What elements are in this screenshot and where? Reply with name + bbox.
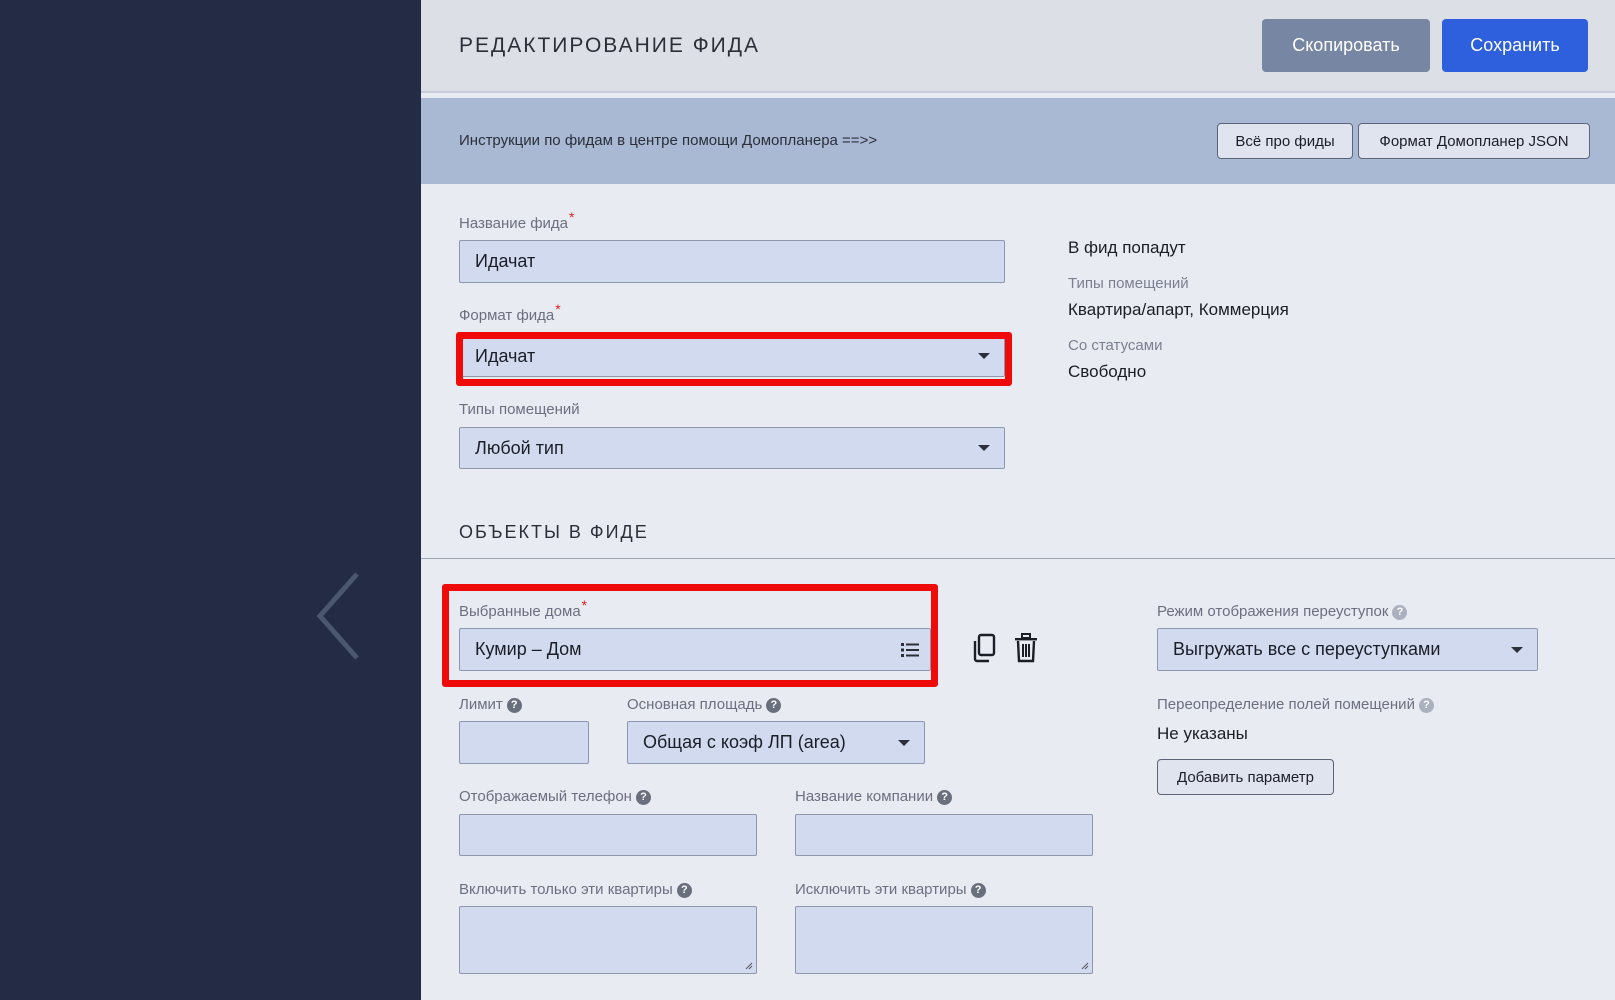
question-icon[interactable]: ? (1392, 605, 1408, 620)
highlight-box-format (456, 332, 1012, 386)
question-icon[interactable]: ? (970, 883, 986, 898)
summary-title: В фид попадут (1068, 238, 1186, 257)
question-icon[interactable]: ? (1418, 698, 1434, 713)
all-feeds-button[interactable]: Всё про фиды (1217, 123, 1353, 159)
override-fields-label: Переопределение полей помещений? (1157, 696, 1434, 714)
company-label: Название компании? (795, 788, 953, 806)
summary-status-value: Свободно (1068, 362, 1147, 381)
question-icon[interactable]: ? (766, 698, 782, 713)
copy-button[interactable]: Скопировать (1262, 19, 1430, 72)
room-types-value: Любой тип (475, 437, 564, 458)
add-parameter-button[interactable]: Добавить параметр (1157, 759, 1334, 795)
feed-name-input[interactable]: Идачат (459, 240, 1005, 283)
include-flats-textarea[interactable] (459, 906, 757, 974)
question-icon[interactable]: ? (676, 883, 692, 898)
json-format-button[interactable]: Формат Домопланер JSON (1358, 123, 1590, 159)
panel-header: РЕДАКТИРОВАНИЕ ФИДА Скопировать Сохранит… (421, 0, 1615, 93)
room-types-select[interactable]: Любой тип (459, 427, 1005, 469)
exclude-flats-textarea[interactable] (795, 906, 1093, 974)
trash-icon[interactable] (1011, 632, 1041, 664)
main-area-label: Основная площадь? (627, 696, 782, 714)
limit-label: Лимит? (459, 696, 522, 714)
help-text: Инструкции по фидам в центре помощи Домо… (459, 132, 878, 149)
feed-edit-panel: РЕДАКТИРОВАНИЕ ФИДА Скопировать Сохранит… (421, 0, 1615, 1000)
summary-types-value: Квартира/апарт, Коммерция (1068, 300, 1289, 319)
summary-types-label: Типы помещений (1068, 275, 1189, 292)
summary-status-label: Со статусами (1068, 337, 1163, 354)
section-divider (421, 558, 1615, 559)
resize-handle-icon[interactable] (745, 962, 753, 970)
help-bar: Инструкции по фидам в центре помощи Домо… (421, 98, 1615, 184)
reassign-mode-value: Выгружать все с переуступками (1173, 639, 1441, 659)
question-icon[interactable]: ? (506, 698, 522, 713)
reassign-mode-label: Режим отображения переуступок? (1157, 603, 1408, 621)
caret-down-icon (1511, 646, 1523, 653)
phone-input[interactable] (459, 814, 757, 856)
caret-down-icon (978, 445, 990, 451)
feed-format-label: Формат фида* (459, 301, 561, 324)
objects-section-title: ОБЪЕКТЫ В ФИДЕ (459, 522, 649, 542)
feed-name-label: Название фида* (459, 209, 575, 232)
limit-input[interactable] (459, 721, 589, 764)
highlight-box-houses (442, 584, 938, 687)
exclude-flats-label: Исключить эти квартиры? (795, 881, 986, 899)
reassign-mode-select[interactable]: Выгружать все с переуступками (1157, 628, 1538, 671)
question-icon[interactable]: ? (937, 790, 953, 805)
save-button[interactable]: Сохранить (1442, 19, 1588, 72)
company-input[interactable] (795, 814, 1093, 856)
main-area-value: Общая с коэф ЛП (area) (643, 732, 846, 752)
back-arrow-icon[interactable] (312, 566, 372, 666)
caret-down-icon (898, 739, 910, 746)
background-overlay (0, 0, 421, 1000)
resize-handle-icon[interactable] (1081, 962, 1089, 970)
override-fields-value: Не указаны (1157, 724, 1248, 743)
copy-icon[interactable] (969, 632, 999, 664)
room-types-label: Типы помещений (459, 401, 580, 418)
include-flats-label: Включить только эти квартиры? (459, 881, 692, 899)
question-icon[interactable]: ? (635, 790, 651, 805)
page-title: РЕДАКТИРОВАНИЕ ФИДА (459, 34, 760, 57)
phone-label: Отображаемый телефон? (459, 788, 651, 806)
main-area-select[interactable]: Общая с коэф ЛП (area) (627, 721, 925, 764)
